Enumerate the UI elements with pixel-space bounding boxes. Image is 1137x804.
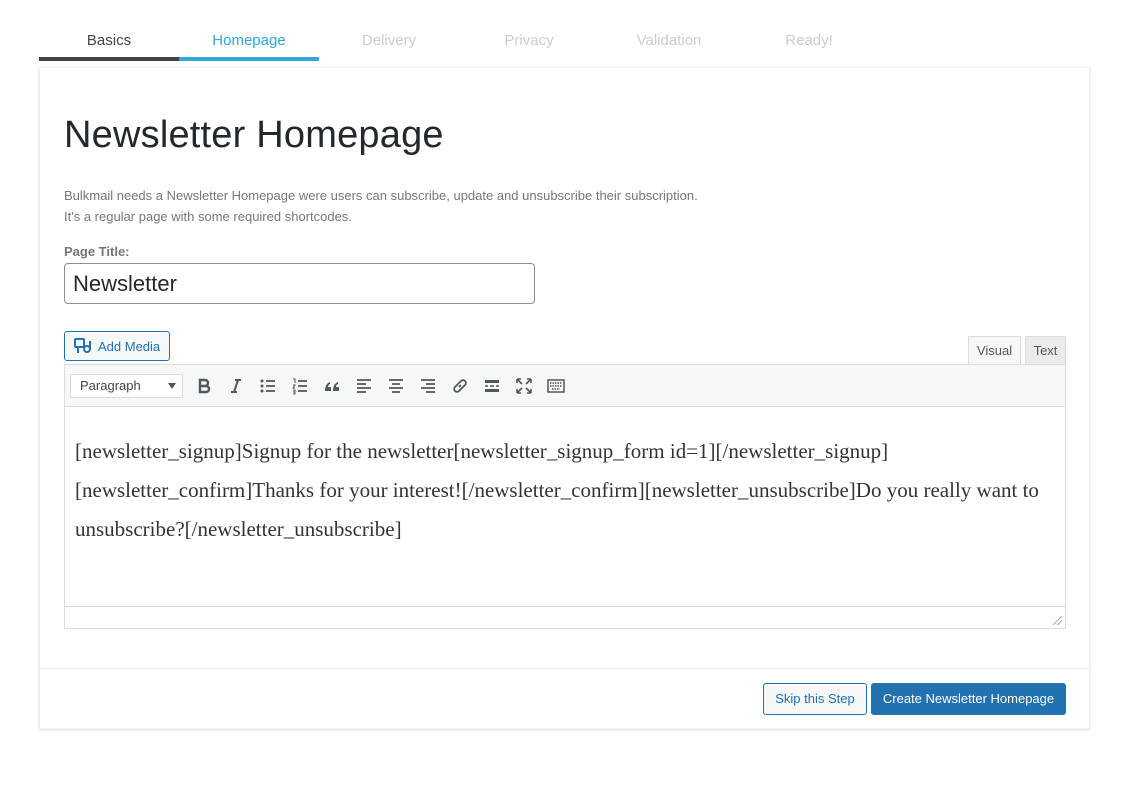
- link-button[interactable]: [444, 372, 476, 400]
- numbered-list-button[interactable]: [284, 372, 316, 400]
- bold-icon: [198, 378, 211, 393]
- wizard-steps: Basics Homepage Delivery Privacy Validat…: [39, 28, 1089, 61]
- bullet-list-button[interactable]: [252, 372, 284, 400]
- page-title-input[interactable]: [64, 263, 535, 304]
- read-more-button[interactable]: [476, 372, 508, 400]
- add-media-icon: [74, 338, 91, 353]
- step-homepage[interactable]: Homepage: [179, 28, 319, 61]
- tab-text[interactable]: Text: [1025, 336, 1066, 365]
- content-editor: Paragraph [newsletter_signup]Signup for …: [64, 364, 1066, 629]
- fullscreen-icon: [516, 377, 532, 394]
- italic-button[interactable]: [220, 372, 252, 400]
- align-center-icon: [389, 378, 403, 393]
- step-privacy[interactable]: Privacy: [459, 28, 599, 61]
- step-ready[interactable]: Ready!: [739, 28, 879, 61]
- step-basics[interactable]: Basics: [39, 28, 179, 61]
- align-left-button[interactable]: [348, 372, 380, 400]
- toolbar-toggle-icon: [547, 378, 565, 393]
- add-media-label: Add Media: [98, 338, 161, 354]
- align-left-icon: [357, 378, 371, 393]
- editor-content[interactable]: [newsletter_signup]Signup for the newsle…: [65, 407, 1065, 606]
- link-icon: [453, 378, 467, 393]
- read-more-icon: [485, 379, 499, 392]
- format-select-value: Paragraph: [80, 378, 141, 393]
- numbered-list-icon: [292, 378, 307, 394]
- wizard-footer: Skip this Step Create Newsletter Homepag…: [40, 668, 1089, 728]
- step-validation[interactable]: Validation: [599, 28, 739, 61]
- chevron-down-icon: [168, 382, 176, 389]
- bullet-list-icon: [260, 379, 275, 392]
- add-media-button[interactable]: Add Media: [64, 331, 170, 361]
- align-right-icon: [421, 378, 435, 393]
- skip-step-button[interactable]: Skip this Step: [763, 683, 867, 715]
- page-title: Newsletter Homepage: [64, 114, 444, 156]
- bold-button[interactable]: [188, 372, 220, 400]
- editor-statusbar: [65, 606, 1065, 628]
- wizard-card: Newsletter Homepage Bulkmail needs a New…: [39, 67, 1090, 729]
- editor-toolbar: Paragraph: [65, 365, 1065, 407]
- blockquote-icon: [325, 381, 339, 391]
- page-description: Bulkmail needs a Newsletter Homepage wer…: [64, 185, 698, 227]
- fullscreen-button[interactable]: [508, 372, 540, 400]
- italic-icon: [231, 378, 241, 393]
- tab-visual[interactable]: Visual: [968, 336, 1021, 365]
- step-delivery[interactable]: Delivery: [319, 28, 459, 61]
- description-line-1: Bulkmail needs a Newsletter Homepage wer…: [64, 188, 698, 203]
- blockquote-button[interactable]: [316, 372, 348, 400]
- toolbar-toggle-button[interactable]: [540, 372, 572, 400]
- align-right-button[interactable]: [412, 372, 444, 400]
- format-select[interactable]: Paragraph: [70, 373, 183, 398]
- page-title-label: Page Title:: [64, 244, 130, 259]
- description-line-2: It's a regular page with some required s…: [64, 209, 352, 224]
- create-homepage-button[interactable]: Create Newsletter Homepage: [871, 683, 1066, 715]
- align-center-button[interactable]: [380, 372, 412, 400]
- resize-grip-icon[interactable]: [1053, 616, 1062, 625]
